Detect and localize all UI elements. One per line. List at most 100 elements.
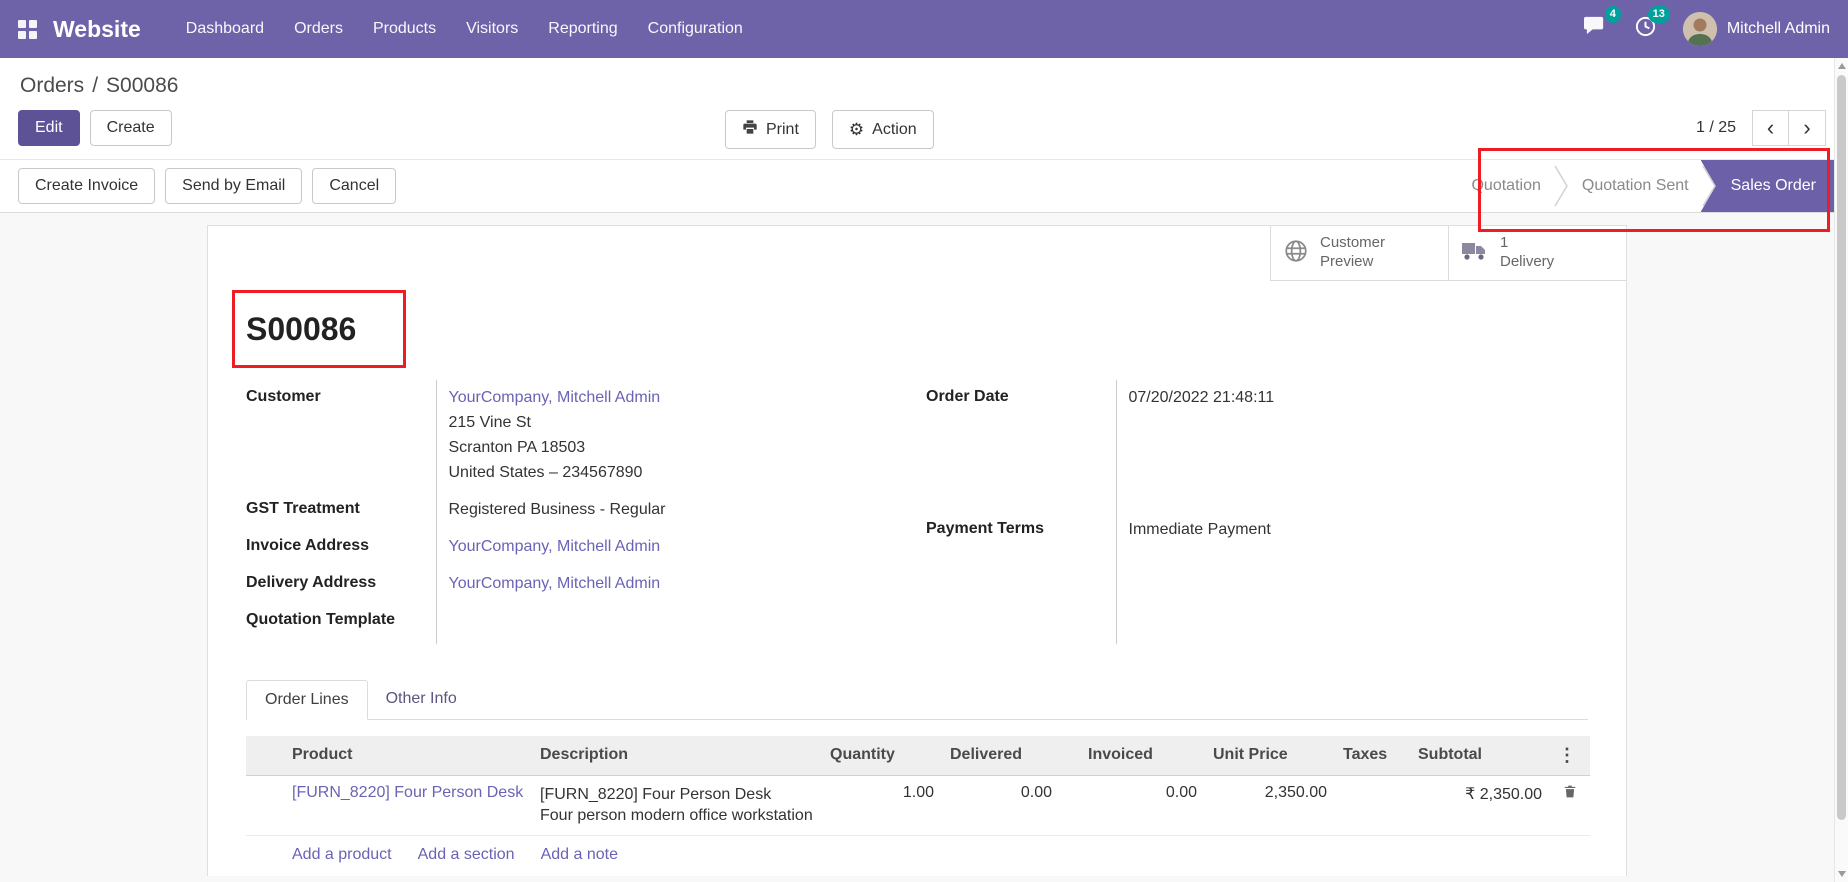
statusbar: Create Invoice Send by Email Cancel Quot…	[0, 159, 1834, 213]
left-field-group: Customer YourCompany, Mitchell Admin 215…	[246, 380, 882, 644]
print-label: Print	[766, 121, 799, 139]
menu-item-visitors[interactable]: Visitors	[451, 10, 533, 48]
address-line: Scranton PA 18503	[449, 436, 883, 459]
gst-treatment-value: Registered Business - Regular	[436, 492, 882, 529]
menu-item-products[interactable]: Products	[358, 10, 451, 48]
cancel-button[interactable]: Cancel	[312, 168, 396, 204]
field-label-quotation-template: Quotation Template	[246, 603, 436, 644]
menu-item-dashboard[interactable]: Dashboard	[171, 10, 279, 48]
spacer-cell	[1060, 775, 1080, 835]
header-product[interactable]: Product	[284, 736, 532, 776]
field-row-order-date: Order Date 07/20/2022 21:48:11	[926, 380, 1526, 512]
action-button[interactable]: ⚙ Action	[832, 110, 934, 149]
customer-preview-button[interactable]: Customer Preview	[1270, 226, 1448, 281]
header-taxes[interactable]: Taxes	[1335, 736, 1410, 776]
pager-previous-button[interactable]: ‹	[1752, 110, 1789, 146]
header-unit-price[interactable]: Unit Price	[1205, 736, 1335, 776]
pager-value[interactable]: 1 / 25	[1696, 119, 1736, 137]
top-navbar: Website Dashboard Orders Products Visito…	[0, 0, 1848, 58]
customer-link[interactable]: YourCompany, Mitchell Admin	[449, 389, 661, 406]
create-button[interactable]: Create	[90, 110, 172, 146]
product-link[interactable]: [FURN_8220] Four Person Desk	[292, 784, 523, 801]
chevron-right-icon: ›	[1803, 117, 1810, 139]
chat-bubble-icon	[1583, 15, 1608, 43]
field-label-order-date: Order Date	[926, 380, 1116, 512]
header-spacer	[1060, 736, 1080, 776]
status-pipeline: Quotation Quotation Sent Sales Order	[1458, 160, 1834, 212]
list-footer-links: Add a product Add a section Add a note	[246, 836, 1588, 876]
app-brand[interactable]: Website	[53, 16, 141, 43]
create-invoice-button[interactable]: Create Invoice	[18, 168, 155, 204]
apps-menu-icon[interactable]	[18, 20, 37, 39]
user-menu[interactable]: Mitchell Admin	[1683, 12, 1830, 46]
quantity-cell: 1.00	[822, 775, 942, 835]
control-panel-buttons: Edit Create Print ⚙ Action 1 / 25 ‹	[0, 110, 1834, 159]
stat-line: Customer	[1320, 234, 1385, 251]
tab-order-lines[interactable]: Order Lines	[246, 680, 368, 720]
breadcrumb: Orders / S00086	[0, 74, 1834, 110]
header-invoiced[interactable]: Invoiced	[1080, 736, 1205, 776]
pager-next-button[interactable]: ›	[1789, 110, 1826, 146]
quotation-template-value	[436, 603, 882, 644]
stat-line: Preview	[1320, 253, 1373, 270]
row-handle	[246, 775, 284, 835]
send-by-email-button[interactable]: Send by Email	[165, 168, 302, 204]
vertical-scrollbar[interactable]	[1834, 58, 1848, 882]
scrollbar-thumb[interactable]	[1837, 75, 1846, 820]
messages-button[interactable]: 4	[1583, 15, 1608, 43]
navbar-systray: 4 13 Mitchell Admin	[1583, 12, 1830, 46]
stage-quotation[interactable]: Quotation	[1458, 177, 1553, 195]
print-button[interactable]: Print	[725, 110, 816, 149]
delivery-button[interactable]: 1 Delivery	[1448, 226, 1626, 281]
delivery-count: 1	[1500, 234, 1508, 251]
add-a-note-link[interactable]: Add a note	[541, 846, 618, 864]
breadcrumb-current: S00086	[106, 74, 178, 98]
optional-columns-icon[interactable]: ⋮	[1550, 736, 1590, 776]
tab-other-info[interactable]: Other Info	[368, 680, 475, 720]
field-label-gst-treatment: GST Treatment	[246, 492, 436, 529]
field-row-quotation-template: Quotation Template	[246, 603, 882, 644]
breadcrumb-orders[interactable]: Orders	[20, 74, 84, 98]
field-row-payment-terms: Payment Terms Immediate Payment	[926, 512, 1526, 644]
avatar	[1683, 12, 1717, 46]
gear-icon: ⚙	[849, 121, 864, 138]
invoice-address-link[interactable]: YourCompany, Mitchell Admin	[449, 538, 661, 555]
user-name: Mitchell Admin	[1727, 20, 1830, 38]
chevron-left-icon: ‹	[1767, 117, 1774, 139]
stage-sales-order-active[interactable]: Sales Order	[1701, 160, 1834, 212]
edit-button[interactable]: Edit	[18, 110, 80, 146]
pager: 1 / 25 ‹ ›	[1696, 110, 1826, 146]
truck-icon	[1461, 240, 1489, 267]
description-line: Four person modern office workstation	[540, 805, 814, 827]
header-subtotal[interactable]: Subtotal	[1410, 736, 1550, 776]
menu-item-reporting[interactable]: Reporting	[533, 10, 632, 48]
header-description[interactable]: Description	[532, 736, 822, 776]
activities-button[interactable]: 13	[1634, 15, 1657, 43]
breadcrumb-separator: /	[92, 74, 98, 98]
field-row-invoice-address: Invoice Address YourCompany, Mitchell Ad…	[246, 529, 882, 566]
payment-terms-value: Immediate Payment	[1116, 512, 1526, 644]
address-line: United States – 234567890	[449, 461, 883, 484]
unit-price-cell: 2,350.00	[1205, 775, 1335, 835]
scroll-up-icon[interactable]	[1838, 63, 1846, 69]
invoiced-cell: 0.00	[1080, 775, 1205, 835]
add-a-product-link[interactable]: Add a product	[292, 846, 392, 864]
menu-item-orders[interactable]: Orders	[279, 10, 358, 48]
delete-row-button[interactable]	[1550, 775, 1590, 835]
menu-item-configuration[interactable]: Configuration	[633, 10, 758, 48]
order-title: S00086	[246, 311, 1588, 348]
stage-quotation-sent[interactable]: Quotation Sent	[1569, 177, 1702, 195]
header-delivered[interactable]: Delivered	[942, 736, 1060, 776]
description-line: [FURN_8220] Four Person Desk	[540, 784, 814, 806]
scroll-down-icon[interactable]	[1838, 871, 1846, 877]
stat-button-row: Customer Preview 1 Delivery	[208, 226, 1626, 281]
table-row[interactable]: [FURN_8220] Four Person Desk [FURN_8220]…	[246, 775, 1590, 835]
add-a-section-link[interactable]: Add a section	[418, 846, 515, 864]
delivery-address-link[interactable]: YourCompany, Mitchell Admin	[449, 575, 661, 592]
field-label-customer: Customer	[246, 380, 436, 492]
main-menu: Dashboard Orders Products Visitors Repor…	[171, 10, 1583, 48]
header-quantity[interactable]: Quantity	[822, 736, 942, 776]
messages-badge: 4	[1605, 6, 1621, 23]
field-row-customer: Customer YourCompany, Mitchell Admin 215…	[246, 380, 882, 492]
globe-icon	[1283, 238, 1309, 269]
